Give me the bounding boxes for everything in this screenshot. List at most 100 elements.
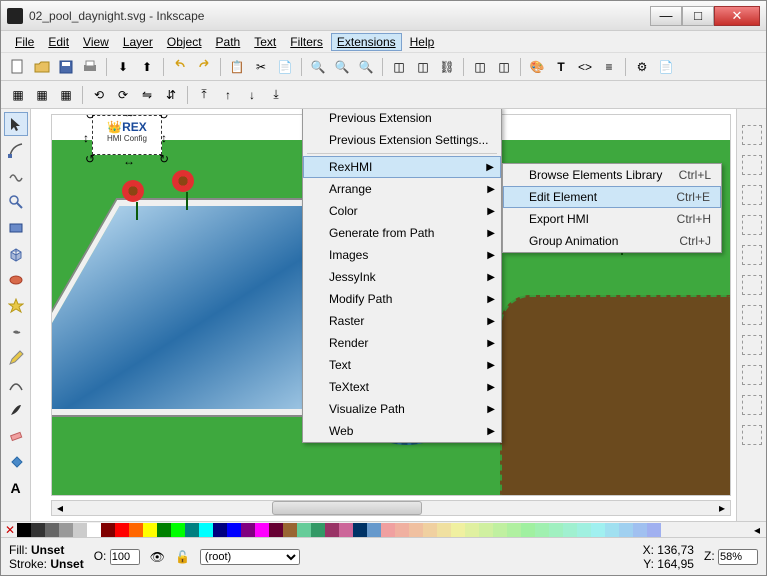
selector-tool-icon[interactable]	[4, 112, 28, 136]
ellipse-tool-icon[interactable]	[4, 268, 28, 292]
snap-edges-icon[interactable]	[742, 185, 762, 205]
palette-swatch[interactable]	[269, 523, 283, 537]
palette-swatch[interactable]	[325, 523, 339, 537]
zoom-fit-icon[interactable]: 🔍	[307, 56, 329, 78]
minimize-button[interactable]: —	[650, 6, 682, 26]
palette-swatch[interactable]	[367, 523, 381, 537]
palette-swatch[interactable]	[451, 523, 465, 537]
palette-swatch[interactable]	[577, 523, 591, 537]
menu-extensions[interactable]: Extensions	[331, 33, 402, 51]
palette-swatch[interactable]	[297, 523, 311, 537]
lower-bottom-icon[interactable]: ⤓	[265, 84, 287, 106]
fill-stroke-icon[interactable]: 🎨	[526, 56, 548, 78]
export-icon[interactable]: ⬆	[136, 56, 158, 78]
select-all-icon[interactable]: ▦	[7, 84, 29, 106]
palette-swatch[interactable]	[157, 523, 171, 537]
palette-swatch[interactable]	[241, 523, 255, 537]
menuitem-browse-elements-library[interactable]: Browse Elements LibraryCtrl+L	[503, 164, 721, 186]
snap-toggle-icon[interactable]	[742, 125, 762, 145]
new-doc-icon[interactable]	[7, 56, 29, 78]
snap-intersection-icon[interactable]	[742, 335, 762, 355]
align-icon[interactable]: ≡	[598, 56, 620, 78]
menuitem-generate-from-path[interactable]: Generate from Path▶	[303, 222, 501, 244]
menuitem-edit-element[interactable]: Edit ElementCtrl+E	[503, 186, 721, 208]
menuitem-textext[interactable]: TeXtext▶	[303, 376, 501, 398]
palette-swatch[interactable]	[591, 523, 605, 537]
palette-swatch[interactable]	[129, 523, 143, 537]
palette-swatch[interactable]	[563, 523, 577, 537]
palette-swatch[interactable]	[619, 523, 633, 537]
palette-swatch[interactable]	[521, 523, 535, 537]
scroll-left-icon[interactable]: ◂	[52, 501, 68, 515]
rotate-cw-icon[interactable]: ⟳	[112, 84, 134, 106]
menuitem-group-animation[interactable]: Group AnimationCtrl+J	[503, 230, 721, 252]
paste-icon[interactable]: 📄	[274, 56, 296, 78]
layer-select[interactable]: (root)	[200, 549, 300, 565]
maximize-button[interactable]: □	[682, 6, 714, 26]
clone-icon[interactable]: ◫	[412, 56, 434, 78]
tweak-tool-icon[interactable]	[4, 164, 28, 188]
palette-swatch[interactable]	[507, 523, 521, 537]
palette-swatch[interactable]	[311, 523, 325, 537]
bezier-tool-icon[interactable]	[4, 372, 28, 396]
menu-path[interactable]: Path	[210, 33, 247, 51]
palette-swatch[interactable]	[339, 523, 353, 537]
palette-swatch[interactable]	[395, 523, 409, 537]
snap-bbox-icon[interactable]	[742, 155, 762, 175]
open-icon[interactable]	[31, 56, 53, 78]
bucket-tool-icon[interactable]	[4, 450, 28, 474]
menu-layer[interactable]: Layer	[117, 33, 159, 51]
save-icon[interactable]	[55, 56, 77, 78]
raise-icon[interactable]: ↑	[217, 84, 239, 106]
flip-v-icon[interactable]: ⇵	[160, 84, 182, 106]
close-button[interactable]: ✕	[714, 6, 760, 26]
palette-none-swatch[interactable]: ✕	[3, 523, 17, 537]
layer-visibility-icon[interactable]: 👁	[150, 550, 165, 564]
menuitem-text[interactable]: Text▶	[303, 354, 501, 376]
palette-swatch[interactable]	[59, 523, 73, 537]
menu-filters[interactable]: Filters	[284, 33, 329, 51]
palette-swatch[interactable]	[353, 523, 367, 537]
menuitem-rexhmi[interactable]: RexHMI▶	[303, 156, 501, 178]
rotate-handle-icon[interactable]: ↻	[159, 152, 169, 162]
ungroup-icon[interactable]: ◫	[493, 56, 515, 78]
layer-lock-icon[interactable]: 🔓	[175, 550, 190, 564]
text-tool-icon[interactable]: A	[4, 476, 28, 500]
palette-swatch[interactable]	[213, 523, 227, 537]
palette-swatch[interactable]	[423, 523, 437, 537]
palette-swatch[interactable]	[283, 523, 297, 537]
spiral-tool-icon[interactable]	[4, 320, 28, 344]
skew-handle-icon[interactable]: ↔	[123, 154, 133, 164]
print-icon[interactable]	[79, 56, 101, 78]
unlink-icon[interactable]: ⛓	[436, 56, 458, 78]
redo-icon[interactable]	[193, 56, 215, 78]
box3d-tool-icon[interactable]	[4, 242, 28, 266]
snap-path-icon[interactable]	[742, 305, 762, 325]
docprops-icon[interactable]: 📄	[655, 56, 677, 78]
selected-object[interactable]: 👑REX HMI Config ↻ ↺ ↺ ↻ ↔ ↔ ↕ ↕	[92, 115, 162, 155]
zoom-input[interactable]	[718, 549, 758, 565]
cut-icon[interactable]: ✂	[250, 56, 272, 78]
palette-swatch[interactable]	[101, 523, 115, 537]
menu-view[interactable]: View	[77, 33, 115, 51]
menu-object[interactable]: Object	[161, 33, 208, 51]
skew-handle-icon[interactable]: ↕	[83, 131, 93, 141]
menu-file[interactable]: File	[9, 33, 40, 51]
palette-swatch[interactable]	[409, 523, 423, 537]
menu-help[interactable]: Help	[404, 33, 441, 51]
menuitem-web[interactable]: Web▶	[303, 420, 501, 442]
menuitem-export-hmi[interactable]: Export HMICtrl+H	[503, 208, 721, 230]
palette-swatch[interactable]	[633, 523, 647, 537]
menuitem-prev-extension[interactable]: Previous Extension	[303, 109, 501, 129]
raise-top-icon[interactable]: ⤒	[193, 84, 215, 106]
palette-swatch[interactable]	[535, 523, 549, 537]
snap-grid-icon[interactable]	[742, 425, 762, 445]
group-icon[interactable]: ◫	[469, 56, 491, 78]
palette-swatch[interactable]	[227, 523, 241, 537]
palette-swatch[interactable]	[87, 523, 101, 537]
opacity-input[interactable]	[110, 549, 140, 565]
palette-menu-icon[interactable]: ◂	[750, 523, 764, 537]
skew-handle-icon[interactable]: ↕	[161, 131, 171, 141]
text-icon[interactable]: T	[550, 56, 572, 78]
star-tool-icon[interactable]	[4, 294, 28, 318]
